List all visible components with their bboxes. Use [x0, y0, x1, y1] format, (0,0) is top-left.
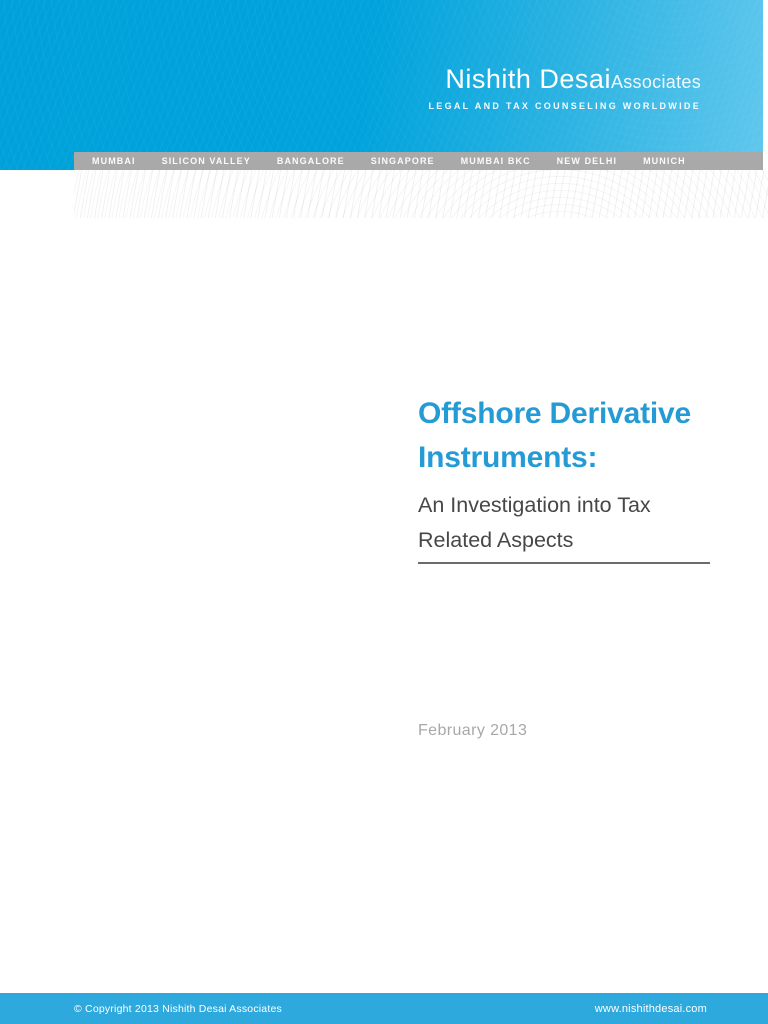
website-link[interactable]: www.nishithdesai.com	[595, 1003, 707, 1015]
brand-logo-text: Nishith Desai Associates	[445, 64, 701, 97]
office-location: MUMBAI	[92, 156, 136, 166]
document-title: Offshore Derivative Instruments:	[418, 397, 691, 474]
brand-logo: Nishith Desai Associates LEGAL AND TAX CO…	[428, 64, 701, 111]
office-location: NEW DELHI	[556, 156, 618, 166]
title-divider-rule	[418, 562, 710, 564]
header-banner: Nishith Desai Associates LEGAL AND TAX CO…	[0, 0, 763, 170]
footer-bar: © Copyright 2013 Nishith Desai Associate…	[0, 993, 768, 1024]
office-location: MUNICH	[643, 156, 686, 166]
document-page: Nishith Desai Associates LEGAL AND TAX CO…	[0, 0, 768, 1024]
decorative-pattern-strip	[74, 170, 768, 218]
office-location: MUMBAI BKC	[460, 156, 531, 166]
copyright-text: © Copyright 2013 Nishith Desai Associate…	[74, 1002, 282, 1015]
office-location: BANGALORE	[276, 156, 345, 166]
publication-date: February 2013	[418, 722, 528, 739]
logo-secondary-text: Associates	[610, 72, 701, 92]
logo-tagline: LEGAL AND TAX COUNSELING WORLDWIDE	[428, 101, 701, 111]
logo-primary-text: Nishith Desai	[445, 64, 611, 94]
document-subtitle: An Investigation into Tax Related Aspect…	[418, 493, 651, 552]
office-locations-bar: MUMBAI SILICON VALLEY BANGALORE SINGAPORE MU…	[74, 152, 763, 170]
cover-text-block: Offshore Derivative Instruments: An Inve…	[418, 392, 710, 740]
office-location: SINGAPORE	[370, 156, 435, 166]
office-location: SILICON VALLEY	[161, 156, 251, 166]
